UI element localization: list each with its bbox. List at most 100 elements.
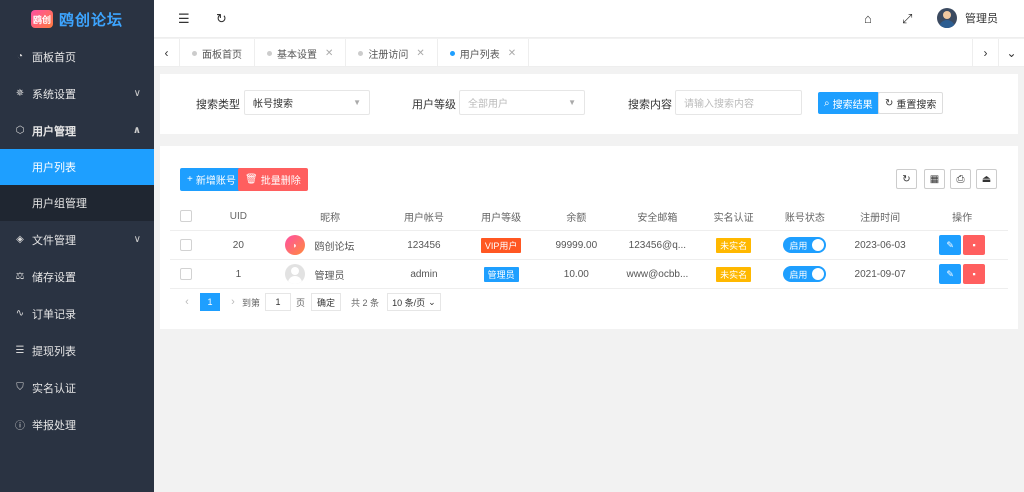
chevron-down-icon: ∨ [133, 234, 141, 245]
header-account[interactable]: 用户帐号 [385, 202, 463, 230]
header-uid[interactable]: UID [201, 202, 275, 230]
prev-page-icon[interactable]: ‹ [178, 293, 196, 311]
sidebar-item-label: 储存设置 [32, 271, 76, 284]
tab-basic-settings[interactable]: 基本设置 ✕ [255, 39, 347, 67]
sidebar-item-label: 系统设置 [32, 88, 76, 101]
sidebar-item-system-settings[interactable]: ✵ 系统设置 ∨ [0, 75, 154, 112]
cell-uid: 1 [235, 268, 242, 280]
home-icon[interactable]: ⌂ [864, 11, 872, 26]
goto-page-input[interactable]: 1 [265, 293, 292, 311]
header-level[interactable]: 用户等级 [463, 202, 539, 230]
sidebar-item-file-management[interactable]: ◈ 文件管理 ∨ [0, 221, 154, 258]
sidebar-item-realname-auth[interactable]: ⛉ 实名认证 [0, 369, 154, 406]
delete-button[interactable]: ▪ [963, 235, 986, 255]
pencil-icon: ✎ [946, 268, 954, 279]
sidebar-item-label: 举报处理 [32, 419, 76, 432]
cell-avatar [275, 260, 314, 288]
menu-toggle-icon[interactable]: ☰ [178, 11, 190, 27]
sidebar-item-withdraw-list[interactable]: ☰ 提现列表 [0, 332, 154, 369]
row-checkbox[interactable] [179, 239, 192, 251]
tabs-scroll-left-icon[interactable]: ‹ [154, 39, 180, 67]
search-content-placeholder: 请输入搜索内容 [684, 99, 754, 110]
close-icon[interactable]: ✕ [416, 48, 424, 59]
select-all-checkbox[interactable] [179, 210, 192, 222]
edit-button[interactable]: ✎ [939, 235, 962, 255]
realname-badge: 未实名 [716, 237, 752, 253]
tab-user-list[interactable]: 用户列表 ✕ [438, 39, 530, 67]
user-level-select[interactable]: 全部用户 ▼ [459, 90, 585, 115]
sidebar-item-storage-settings[interactable]: ⚖ 储存设置 [0, 258, 154, 295]
plus-icon: + [187, 174, 193, 185]
user-table: UID 昵称 用户帐号 用户等级 余额 安全邮箱 实名认证 账号状态 注册时间 … [170, 202, 1008, 289]
table-row: 20 ◗ 鸥创论坛 123456 VIP用户 99999.00 123456@q… [170, 231, 1008, 260]
add-account-button[interactable]: + 新增账号 [180, 168, 243, 191]
table-refresh-button[interactable]: ↻ [896, 169, 917, 189]
cell-email: 123456@q... [628, 239, 687, 251]
user-level-placeholder: 全部用户 [468, 99, 508, 110]
goto-confirm-button[interactable]: 确定 [311, 293, 342, 311]
cell-balance: 10.00 [563, 268, 589, 280]
sidebar-item-user-management[interactable]: ⬡ 用户管理 ∧ [0, 112, 154, 149]
user-menu[interactable]: 管理员 [937, 8, 998, 28]
batch-delete-label: 批量删除 [260, 176, 301, 187]
caret-down-icon: ▼ [353, 98, 361, 107]
list-icon: ☰ [15, 345, 25, 356]
search-type-label: 搜索类型 [196, 99, 240, 111]
tab-dashboard[interactable]: 面板首页 [180, 39, 255, 67]
tab-dot-icon [267, 50, 272, 56]
status-toggle[interactable]: 启用 [783, 237, 827, 253]
export-button[interactable]: ⏏ [976, 169, 997, 189]
search-type-select[interactable]: 帐号搜索 ▼ [244, 90, 370, 115]
search-button[interactable]: ⌕ 搜索结果 [818, 92, 879, 114]
cube-icon: ⬡ [15, 125, 25, 136]
column-filter-button[interactable]: ▦ [924, 169, 945, 189]
sidebar-subitem-user-group[interactable]: 用户组管理 [0, 185, 154, 221]
header-balance[interactable]: 余额 [539, 202, 613, 230]
header-nick[interactable]: 昵称 [275, 202, 384, 230]
tabs-menu-chevron-down-icon[interactable]: ⌄ [998, 39, 1024, 67]
header-realname[interactable]: 实名认证 [701, 202, 765, 230]
delete-button[interactable]: ▪ [963, 264, 986, 284]
search-type-value: 帐号搜索 [253, 99, 293, 110]
logo[interactable]: 鸥创 鸥创论坛 [0, 0, 154, 38]
status-toggle[interactable]: 启用 [783, 266, 827, 282]
next-page-icon[interactable]: › [224, 293, 242, 311]
avatar [937, 8, 957, 28]
row-checkbox[interactable] [179, 268, 192, 280]
sidebar-item-label: 提现列表 [32, 345, 76, 358]
search-panel: 搜索类型 帐号搜索 ▼ 用户等级 全部用户 ▼ 搜索内容 请输入搜索内容 ⌕ 搜… [160, 74, 1018, 134]
avatar [285, 264, 306, 284]
header-regtime[interactable]: 注册时间 [844, 202, 916, 230]
gear-icon: ✵ [15, 88, 25, 99]
tabs-scroll-right-icon[interactable]: › [972, 39, 998, 67]
sidebar-item-dashboard[interactable]: ◔ 面板首页 [0, 38, 154, 75]
cell-avatar: ◗ [275, 231, 314, 259]
close-icon[interactable]: ✕ [508, 48, 516, 59]
close-icon[interactable]: ✕ [325, 48, 333, 59]
tab-register-access[interactable]: 注册访问 ✕ [346, 39, 438, 67]
tab-dot-icon [449, 50, 455, 56]
sidebar-item-order-records[interactable]: ∿ 订单记录 [0, 295, 154, 332]
sidebar-item-report-handling[interactable]: ⓘ 举报处理 [0, 406, 154, 443]
search-icon: ⌕ [824, 97, 830, 109]
reset-button[interactable]: ↻ 重置搜索 [878, 92, 944, 114]
cell-email: www@ocbb... [626, 268, 689, 280]
search-content-input[interactable]: 请输入搜索内容 [675, 90, 802, 115]
cell-uid: 20 [232, 239, 244, 251]
header-email[interactable]: 安全邮箱 [613, 202, 701, 230]
print-button[interactable]: ⎙ [950, 169, 971, 189]
page-number-current[interactable]: 1 [200, 293, 220, 311]
edit-button[interactable]: ✎ [939, 264, 962, 284]
batch-delete-button[interactable]: 🗑 批量删除 [238, 168, 308, 191]
dashboard-icon: ◔ [16, 51, 24, 62]
tab-list: 面板首页 基本设置 ✕ 注册访问 ✕ 用户列表 ✕ [180, 39, 530, 67]
tab-dot-icon [192, 50, 197, 56]
cell-op: ✎ ▪ [916, 231, 1008, 259]
storage-icon: ⚖ [15, 271, 25, 282]
fullscreen-icon[interactable]: ⤢ [902, 11, 912, 27]
sidebar-subitem-user-list[interactable]: 用户列表 [0, 149, 154, 185]
refresh-icon[interactable]: ↻ [216, 11, 227, 27]
header-status[interactable]: 账号状态 [766, 202, 844, 230]
page-size-select[interactable]: 10 条/页 ⌄ [387, 293, 441, 311]
sidebar-item-label: 实名认证 [32, 382, 76, 395]
